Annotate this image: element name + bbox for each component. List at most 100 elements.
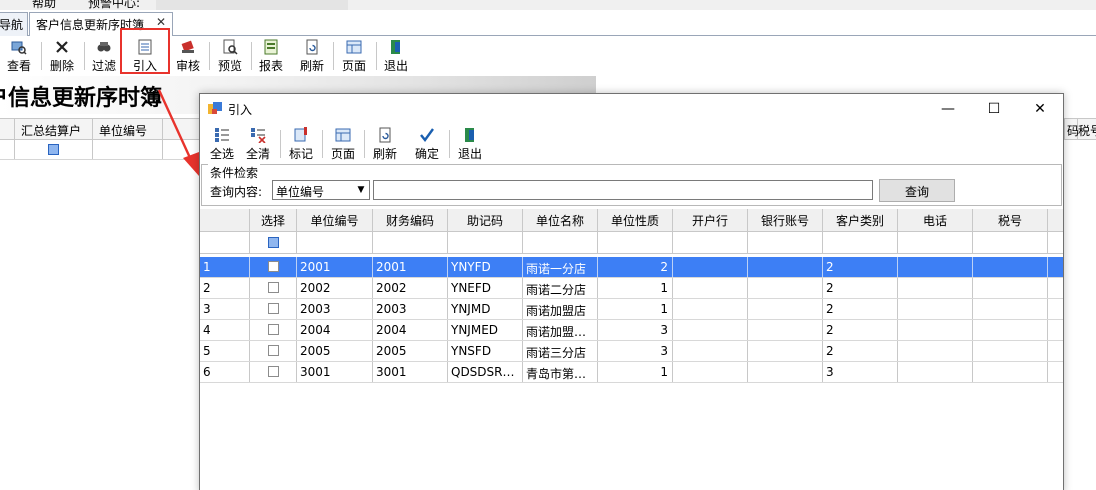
preview-button[interactable]: 预览 <box>215 38 245 74</box>
cell-tax-number[interactable] <box>973 257 1048 277</box>
col-phone[interactable]: 电话 <box>898 209 973 231</box>
cell-unit-name[interactable]: 青岛市第… <box>523 362 598 382</box>
col-select[interactable]: 选择 <box>250 209 297 231</box>
cell-bank[interactable] <box>673 362 748 382</box>
exit-button[interactable]: 退出 <box>381 38 411 74</box>
row-select-checkbox[interactable] <box>267 366 279 377</box>
row-select-checkbox[interactable] <box>267 303 279 314</box>
col-unit-name[interactable]: 单位名称 <box>523 209 598 231</box>
query-text-input[interactable] <box>373 180 873 200</box>
filter-cell[interactable] <box>598 232 673 253</box>
cell-tax-number[interactable] <box>973 341 1048 361</box>
main-filter-cell[interactable] <box>93 140 163 159</box>
table-row[interactable]: 2 2002 2002 YNEFD 雨诺二分店 1 2 <box>200 278 1063 299</box>
cell-tax-number[interactable] <box>973 278 1048 298</box>
query-field-select[interactable]: 单位编号 ▼ <box>272 180 370 200</box>
cell-customer-category[interactable]: 2 <box>823 299 898 319</box>
filter-cell[interactable] <box>898 232 973 253</box>
cell-customer-category[interactable]: 2 <box>823 278 898 298</box>
cell-bank-account[interactable] <box>748 299 823 319</box>
cell-unit-nature[interactable]: 1 <box>598 278 673 298</box>
filter-cell[interactable] <box>673 232 748 253</box>
cell-customer-category[interactable]: 2 <box>823 320 898 340</box>
cell-unit-code[interactable]: 2005 <box>297 341 373 361</box>
main-col-tax-right[interactable]: 税号 <box>1078 119 1096 139</box>
cell-phone[interactable] <box>898 341 973 361</box>
cell-tax-number[interactable] <box>973 299 1048 319</box>
row-select-checkbox[interactable] <box>267 282 279 293</box>
filter-cell[interactable] <box>973 232 1048 253</box>
cell-bank[interactable] <box>673 341 748 361</box>
col-finance-code[interactable]: 财务编码 <box>373 209 448 231</box>
cell-unit-code[interactable]: 2004 <box>297 320 373 340</box>
close-button[interactable]: ✕ <box>1017 94 1063 124</box>
col-mnemonic[interactable]: 助记码 <box>448 209 523 231</box>
chevron-down-icon[interactable]: ▼ <box>355 184 367 196</box>
cell-unit-nature[interactable]: 2 <box>598 257 673 277</box>
filter-cell[interactable] <box>448 232 523 253</box>
table-row[interactable]: 5 2005 2005 YNSFD 雨诺三分店 3 2 <box>200 341 1063 362</box>
col-bank[interactable]: 开户行 <box>673 209 748 231</box>
cell-unit-code[interactable]: 2003 <box>297 299 373 319</box>
dialog-page-button[interactable]: 页面 <box>328 126 358 162</box>
cell-unit-nature[interactable]: 3 <box>598 341 673 361</box>
cell-phone[interactable] <box>898 257 973 277</box>
cell-phone[interactable] <box>898 299 973 319</box>
cell-unit-name[interactable]: 雨诺加盟店 <box>523 299 598 319</box>
cell-mnemonic[interactable]: YNSFD <box>448 341 523 361</box>
menu-item-help[interactable]: 帮助 <box>32 0 56 10</box>
cell-tax-number[interactable] <box>973 320 1048 340</box>
cell-finance-code[interactable]: 2005 <box>373 341 448 361</box>
cell-bank-account[interactable] <box>748 278 823 298</box>
cell-customer-category[interactable]: 2 <box>823 341 898 361</box>
menu-item-alert-center[interactable]: 预警中心: <box>88 0 140 10</box>
row-select-cell[interactable] <box>250 320 297 340</box>
clear-all-button[interactable]: 全清 <box>243 126 273 162</box>
cell-bank[interactable] <box>673 320 748 340</box>
cell-bank-account[interactable] <box>748 362 823 382</box>
row-select-checkbox[interactable] <box>267 261 279 272</box>
minimize-button[interactable]: — <box>925 94 971 124</box>
cell-bank-account[interactable] <box>748 257 823 277</box>
row-select-cell[interactable] <box>250 299 297 319</box>
table-row[interactable]: 1 2001 2001 YNYFD 雨诺一分店 2 2 <box>200 257 1063 278</box>
dialog-exit-button[interactable]: 退出 <box>455 126 485 162</box>
refresh-button[interactable]: 刷新 <box>297 38 327 74</box>
filter-cell[interactable] <box>297 232 373 253</box>
cell-unit-name[interactable]: 雨诺三分店 <box>523 341 598 361</box>
row-select-cell[interactable] <box>250 362 297 382</box>
cell-unit-nature[interactable]: 3 <box>598 320 673 340</box>
cell-customer-category[interactable]: 2 <box>823 257 898 277</box>
cell-finance-code[interactable]: 2002 <box>373 278 448 298</box>
cell-bank[interactable] <box>673 278 748 298</box>
filter-cell[interactable] <box>373 232 448 253</box>
col-bank-account[interactable]: 银行账号 <box>748 209 823 231</box>
col-unit-nature[interactable]: 单位性质 <box>598 209 673 231</box>
row-select-cell[interactable] <box>250 341 297 361</box>
delete-button[interactable]: 删除 <box>47 38 77 74</box>
row-select-cell[interactable] <box>250 278 297 298</box>
maximize-button[interactable]: ☐ <box>971 94 1017 124</box>
col-tax-number[interactable]: 税号 <box>973 209 1048 231</box>
cell-unit-code[interactable]: 2002 <box>297 278 373 298</box>
dialog-refresh-button[interactable]: 刷新 <box>370 126 400 162</box>
audit-button[interactable]: 审核 <box>173 38 203 74</box>
cell-bank-account[interactable] <box>748 341 823 361</box>
main-col-summary-account[interactable]: 汇总结算户 <box>15 119 93 139</box>
table-row[interactable]: 6 3001 3001 QDSDSRM… 青岛市第… 1 3 <box>200 362 1063 383</box>
filter-cell[interactable] <box>748 232 823 253</box>
cell-finance-code[interactable]: 2004 <box>373 320 448 340</box>
cell-phone[interactable] <box>898 362 973 382</box>
filter-select-cell[interactable] <box>250 232 297 253</box>
cell-unit-code[interactable]: 3001 <box>297 362 373 382</box>
mark-button[interactable]: 标记 <box>286 126 316 162</box>
filter-cell[interactable] <box>523 232 598 253</box>
row-select-checkbox[interactable] <box>267 345 279 356</box>
filter-cell[interactable] <box>823 232 898 253</box>
cell-unit-name[interactable]: 雨诺一分店 <box>523 257 598 277</box>
table-row[interactable]: 4 2004 2004 YNJMED 雨诺加盟… 3 2 <box>200 320 1063 341</box>
cell-mnemonic[interactable]: YNJMED <box>448 320 523 340</box>
cell-phone[interactable] <box>898 320 973 340</box>
col-unit-code[interactable]: 单位编号 <box>297 209 373 231</box>
cell-unit-name[interactable]: 雨诺二分店 <box>523 278 598 298</box>
